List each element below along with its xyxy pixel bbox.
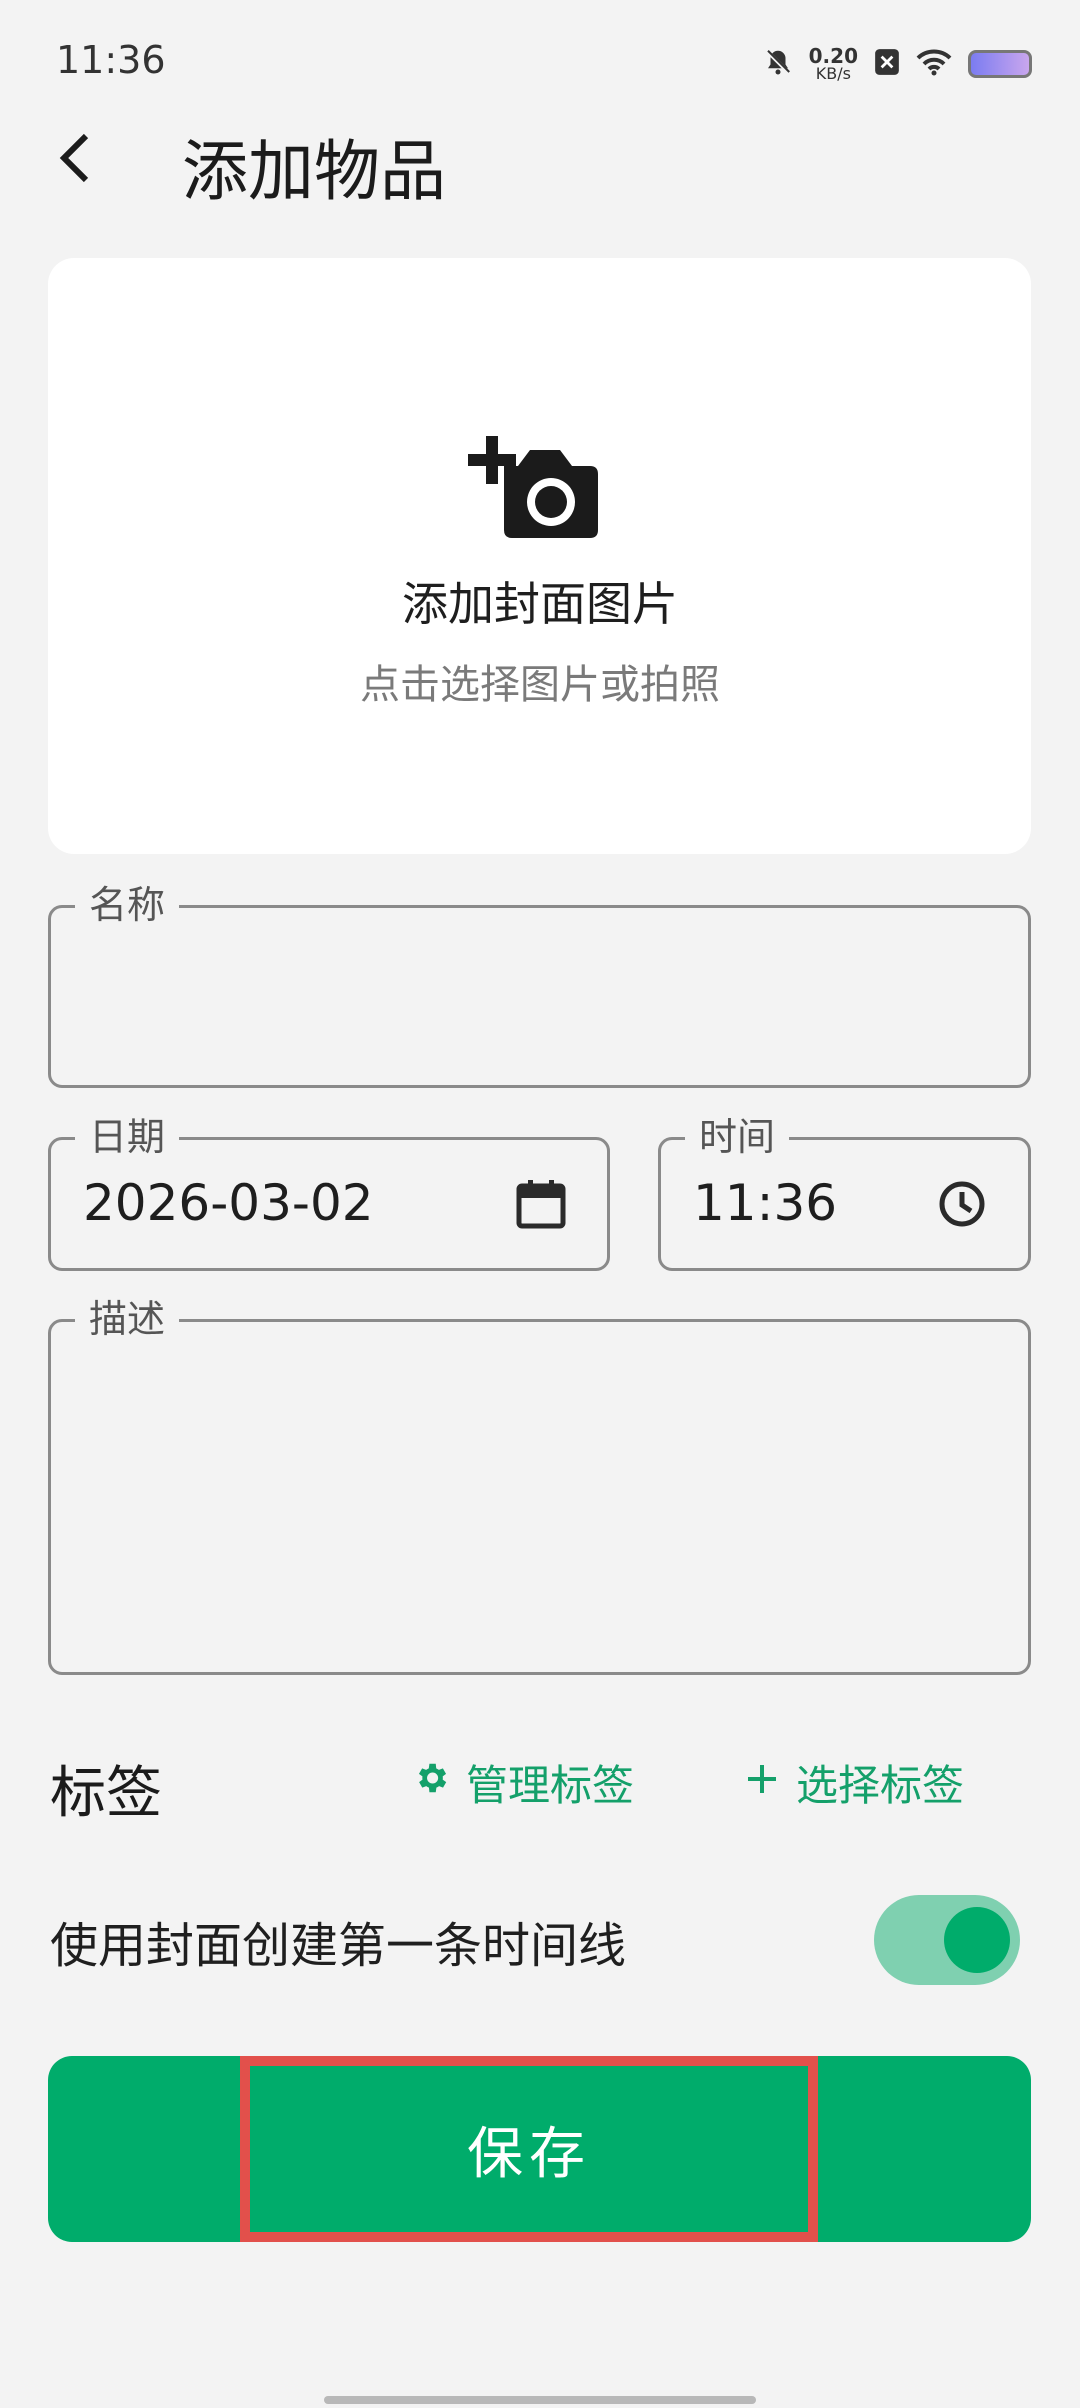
manage-tags-label: 管理标签: [466, 1761, 635, 1810]
cover-subtitle: 点击选择图片或拍照: [360, 662, 720, 708]
clock-icon[interactable]: [936, 1178, 988, 1230]
mute-bell-icon: [763, 46, 793, 82]
cover-image-picker[interactable]: [48, 258, 1031, 854]
tags-title: 标签: [50, 1761, 162, 1826]
toggle-knob: [944, 1907, 1010, 1973]
status-time: 11:36: [56, 38, 166, 82]
select-tags-label: 选择标签: [796, 1761, 965, 1810]
gear-icon: [412, 1758, 450, 1807]
name-field-label: 名称: [75, 882, 180, 928]
network-speed: 0.20 KB/s: [809, 46, 858, 82]
network-speed-unit: KB/s: [815, 64, 851, 83]
manage-tags-button[interactable]: 管理标签: [412, 1752, 634, 1813]
time-field-label: 时间: [685, 1114, 790, 1160]
calendar-icon[interactable]: [515, 1178, 567, 1230]
description-field[interactable]: 描述: [48, 1296, 1031, 1675]
back-button[interactable]: [44, 130, 104, 190]
status-bar: 11:36 0.20 KB/s: [0, 0, 1080, 120]
close-badge-icon: [874, 48, 900, 80]
plus-icon: [744, 1758, 780, 1807]
date-field-value: 2026-03-02: [83, 1174, 374, 1232]
time-field[interactable]: 时间 11:36: [658, 1114, 1031, 1271]
add-camera-icon: [468, 408, 608, 538]
save-button[interactable]: 保存: [240, 2056, 818, 2242]
chevron-left-icon: [54, 132, 94, 188]
timeline-toggle[interactable]: [874, 1895, 1020, 1985]
status-icons: 0.20 KB/s: [763, 40, 1032, 88]
name-field[interactable]: 名称: [48, 882, 1031, 1088]
home-indicator: [324, 2396, 756, 2404]
time-field-value: 11:36: [693, 1174, 838, 1232]
save-button-label: 保存: [467, 2121, 591, 2187]
network-speed-value: 0.20: [808, 44, 858, 68]
date-field[interactable]: 日期 2026-03-02: [48, 1114, 610, 1271]
description-field-label: 描述: [75, 1296, 180, 1342]
battery-icon: [968, 50, 1032, 78]
timeline-option-label: 使用封面创建第一条时间线: [50, 1918, 627, 1974]
wifi-icon: [916, 48, 952, 80]
date-field-label: 日期: [75, 1114, 180, 1160]
cover-title: 添加封面图片: [402, 577, 678, 631]
select-tags-button[interactable]: 选择标签: [744, 1752, 964, 1813]
page-title: 添加物品: [182, 133, 446, 210]
